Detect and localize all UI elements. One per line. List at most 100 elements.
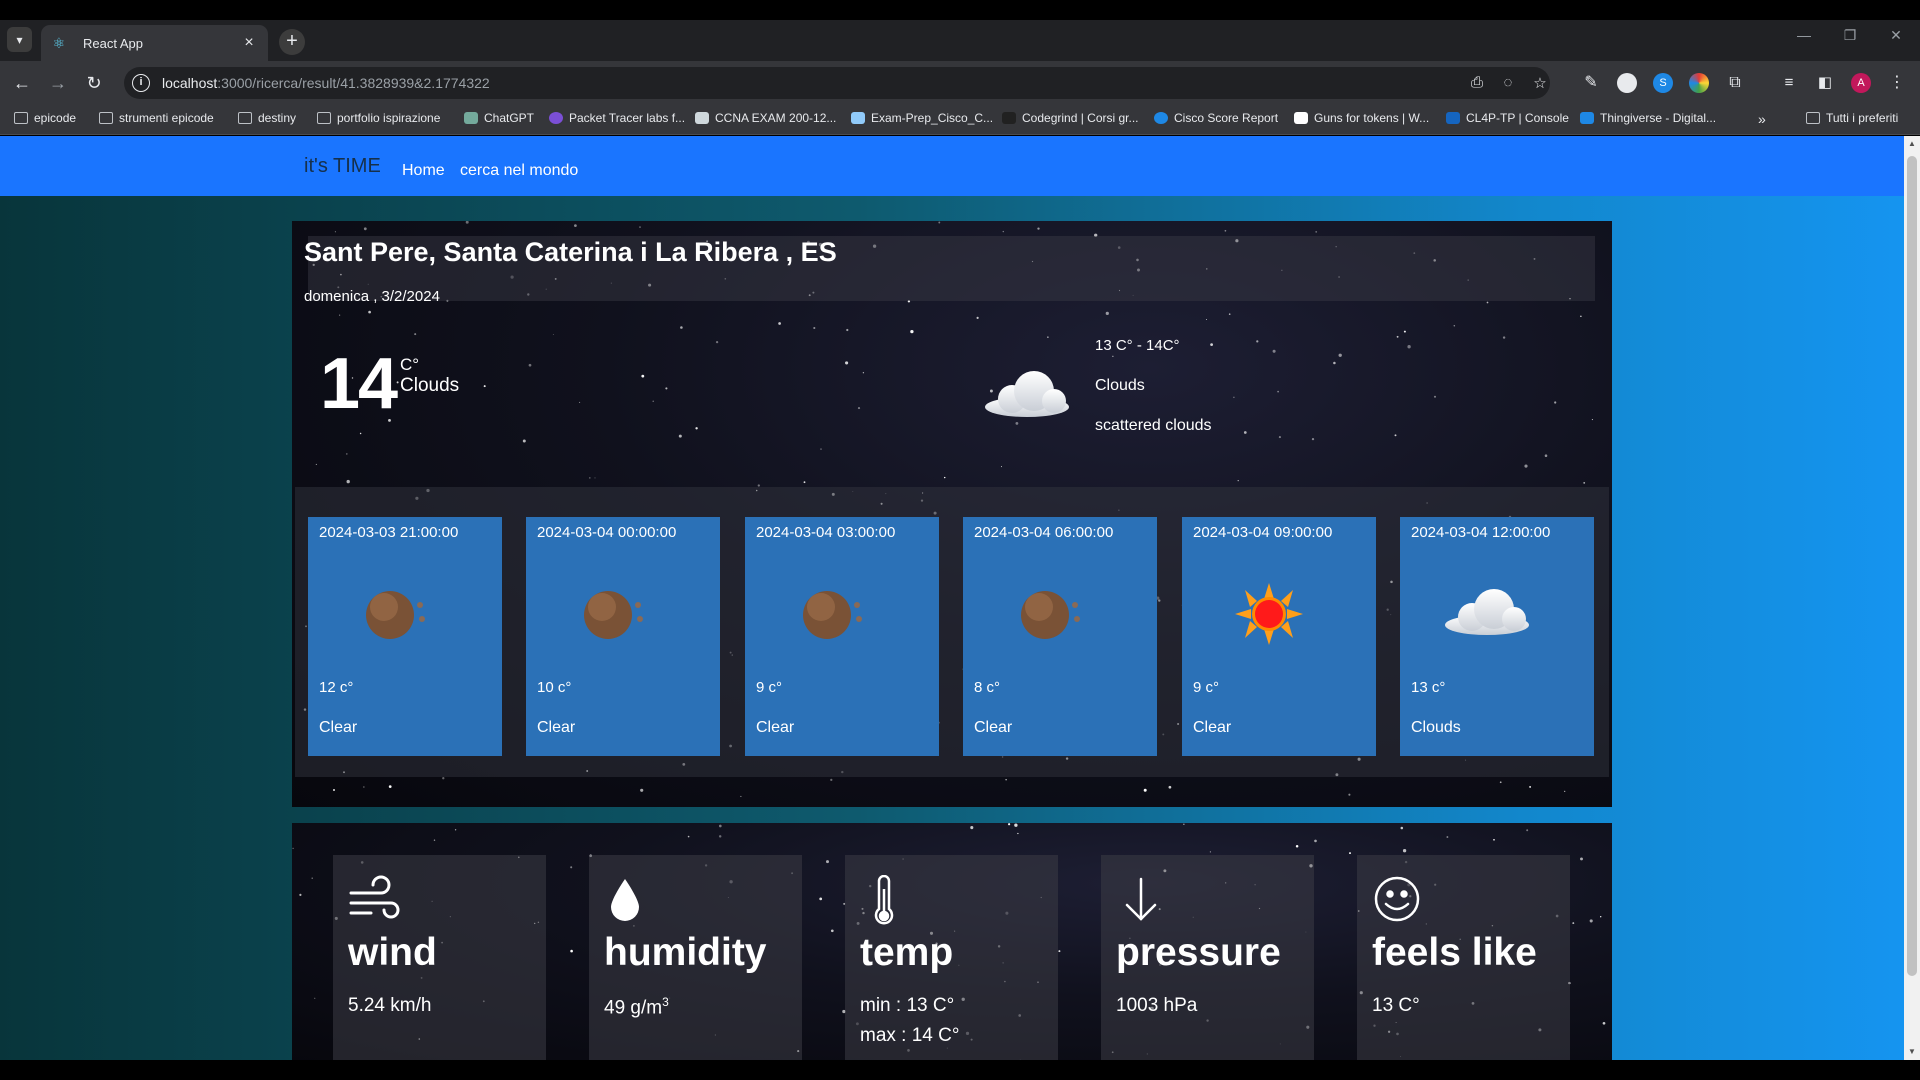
browser-tab[interactable]: ⚛ React App × — [41, 25, 268, 61]
tab-search-button[interactable]: ▾ — [7, 27, 32, 52]
current-date: domenica , 3/2/2024 — [304, 288, 440, 305]
forward-icon[interactable]: → — [46, 72, 70, 94]
bookmark-ccna-exam[interactable]: CCNA EXAM 200-12... — [695, 111, 836, 125]
forecast-time: 2024-03-04 00:00:00 — [537, 524, 677, 541]
bookmark-portfolio-ispirazione[interactable]: portfolio ispirazione — [317, 111, 440, 125]
media-controls-icon[interactable]: ≡ — [1779, 73, 1799, 93]
window-close-icon[interactable]: ✕ — [1884, 27, 1908, 44]
restore-icon[interactable]: ❐ — [1838, 27, 1862, 44]
cloud-icon — [1445, 589, 1529, 635]
cloud-icon — [982, 361, 1072, 426]
folder-icon — [238, 112, 252, 124]
bookmark-all-bookmarks[interactable]: Tutti i preferiti — [1806, 111, 1898, 125]
current-temperature: 14 — [320, 344, 398, 424]
bookmark-strumenti-epicode[interactable]: strumenti epicode — [99, 111, 214, 125]
forecast-temperature: 10 c° — [537, 679, 572, 696]
app-navbar: it's TIME Home cerca nel mondo — [0, 136, 1904, 196]
nav-link-home[interactable]: Home — [402, 162, 445, 180]
sun-icon — [1235, 583, 1303, 645]
page-scrollbar[interactable]: ▲ ▼ — [1904, 136, 1920, 1060]
stat-title: pressure — [1116, 931, 1281, 974]
forecast-description: Clear — [319, 719, 358, 736]
current-weather-panel: Sant Pere, Santa Caterina i La Ribera , … — [292, 221, 1612, 807]
stat-title: temp — [860, 931, 954, 974]
bookmark-star-icon[interactable]: ☆ — [1530, 74, 1550, 92]
bookmark-thingiverse[interactable]: Thingiverse - Digital... — [1580, 111, 1716, 125]
pressure-card: pressure 1003 hPa — [1101, 855, 1314, 1060]
back-icon[interactable]: ← — [10, 72, 34, 94]
stat-title: humidity — [604, 931, 767, 974]
eyedropper-extension-icon[interactable]: ✎ — [1581, 73, 1601, 93]
weather-details-panel: wind 5.24 km/h humidity 49 g/m3 temp min… — [292, 823, 1612, 1060]
navbar-brand[interactable]: it's TIME — [304, 155, 381, 178]
browser-menu-icon[interactable]: ⋮ — [1887, 73, 1907, 93]
forecast-card: 2024-03-04 00:00:00 10 c° Clear — [526, 517, 720, 756]
extension-shazam-icon[interactable]: S — [1653, 73, 1673, 93]
bookmark-exam-prep[interactable]: Exam-Prep_Cisco_C... — [851, 111, 993, 125]
extensions-puzzle-icon[interactable]: ⧉ — [1725, 73, 1745, 93]
react-favicon-icon: ⚛ — [52, 35, 66, 51]
humidity-value: 49 g/m3 — [604, 995, 669, 1019]
profile-avatar-icon[interactable]: A — [1851, 73, 1871, 93]
bookmarks-bar: epicode strumenti epicode destiny portfo… — [0, 105, 1920, 135]
more-bookmarks-chevron-icon[interactable]: » — [1758, 111, 1766, 127]
wind-speed: 5.24 km/h — [348, 995, 432, 1016]
current-condition: Clouds — [400, 375, 460, 396]
forecast-temperature: 12 c° — [319, 679, 354, 696]
bookmark-codegrind[interactable]: Codegrind | Corsi gr... — [1002, 111, 1139, 125]
new-tab-button[interactable]: + — [279, 29, 305, 55]
close-icon[interactable]: × — [240, 34, 258, 52]
install-app-icon[interactable]: ⎙ — [1467, 74, 1487, 91]
bookmark-packet-tracer[interactable]: Packet Tracer labs f... — [549, 111, 685, 125]
screen-top-edge — [0, 0, 1920, 20]
forecast-temperature: 8 c° — [974, 679, 1001, 696]
bookmark-chatgpt[interactable]: ChatGPT — [464, 111, 534, 125]
forecast-description: Clear — [1193, 719, 1232, 736]
humidity-card: humidity 49 g/m3 — [589, 855, 802, 1060]
ccna-icon — [695, 112, 709, 124]
screen-bottom-edge — [0, 1060, 1920, 1080]
minimize-icon[interactable]: — — [1792, 27, 1816, 43]
forecast-description: Clear — [756, 719, 795, 736]
url-text[interactable]: localhost:3000/ricerca/result/41.3828939… — [162, 75, 490, 91]
moon-icon — [803, 591, 862, 639]
site-info-icon[interactable]: i — [132, 74, 150, 92]
scroll-up-icon[interactable]: ▲ — [1904, 136, 1920, 152]
temp-max: max : 14 C° — [860, 1025, 960, 1046]
wind-card: wind 5.24 km/h — [333, 855, 546, 1060]
browser-toolbar: ← → ↻ i localhost:3000/ricerca/result/41… — [0, 61, 1920, 105]
wind-icon — [349, 875, 400, 919]
forecast-time: 2024-03-04 09:00:00 — [1193, 524, 1333, 541]
address-bar[interactable]: i localhost:3000/ricerca/result/41.38289… — [124, 67, 1550, 99]
reload-icon[interactable]: ↻ — [82, 72, 106, 94]
forecast-temperature: 9 c° — [1193, 679, 1220, 696]
bookmark-guns-for-tokens[interactable]: Guns for tokens | W... — [1294, 111, 1429, 125]
forecast-strip: 2024-03-03 21:00:00 12 c° Clear 2024-03-… — [295, 487, 1609, 777]
temperature-unit: C° — [400, 355, 420, 374]
weather-main: Clouds — [1095, 377, 1145, 394]
thermometer-icon — [874, 875, 894, 925]
moon-icon — [584, 591, 643, 639]
bookmark-epicode[interactable]: epicode — [14, 111, 76, 125]
extension-color-icon[interactable] — [1689, 73, 1709, 93]
forecast-time: 2024-03-04 06:00:00 — [974, 524, 1114, 541]
forecast-card: 2024-03-04 09:00:00 9 c° Clear — [1182, 517, 1376, 756]
side-panel-icon[interactable]: ◧ — [1815, 73, 1835, 93]
tracking-protection-icon[interactable]: ◌ — [1498, 74, 1518, 91]
forecast-time: 2024-03-04 12:00:00 — [1411, 524, 1551, 541]
bookmark-destiny[interactable]: destiny — [238, 111, 296, 125]
forecast-card: 2024-03-04 06:00:00 8 c° Clear — [963, 517, 1157, 756]
tab-title: React App — [83, 35, 143, 51]
forecast-description: Clear — [537, 719, 576, 736]
guns-icon — [1294, 112, 1308, 124]
nav-link-cerca[interactable]: cerca nel mondo — [460, 162, 578, 180]
scrollbar-thumb[interactable] — [1907, 156, 1917, 976]
forecast-card: 2024-03-04 03:00:00 9 c° Clear — [745, 517, 939, 756]
bookmark-cisco-score[interactable]: Cisco Score Report — [1154, 111, 1278, 125]
extension-circle-icon[interactable] — [1617, 73, 1637, 93]
feels-like-value: 13 C° — [1372, 995, 1420, 1016]
forecast-temperature: 9 c° — [756, 679, 783, 696]
bookmark-cl4p-tp[interactable]: CL4P-TP | Console — [1446, 111, 1569, 125]
scroll-down-icon[interactable]: ▼ — [1904, 1044, 1920, 1060]
forecast-card: 2024-03-04 12:00:00 13 c° Clouds — [1400, 517, 1594, 756]
